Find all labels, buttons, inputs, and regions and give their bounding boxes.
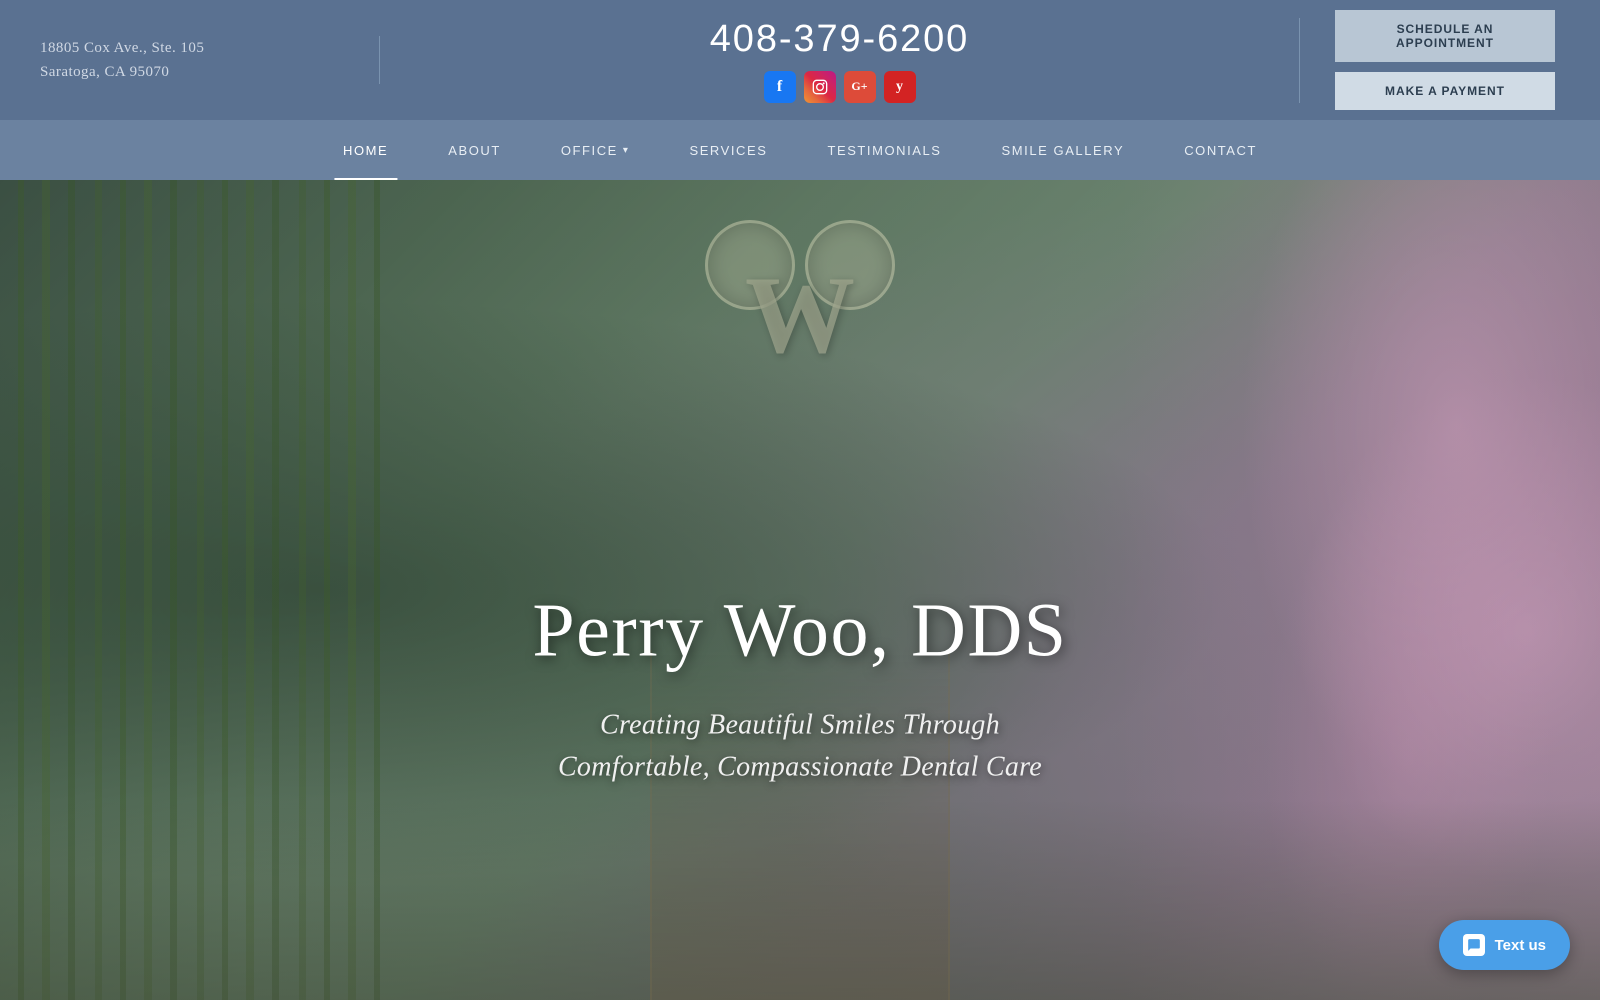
phone-social-block: 408-379-6200 f G+ y [380,18,1300,103]
top-bar: 18805 Cox Ave., Ste. 105 Saratoga, CA 95… [0,0,1600,120]
instagram-icon[interactable] [804,71,836,103]
nav-item-home[interactable]: HOME [313,120,418,180]
logo-watermark: W [690,220,910,440]
tagline-line1: Creating Beautiful Smiles Through [600,710,1000,741]
nav-item-contact[interactable]: CONTACT [1154,120,1287,180]
social-icons-bar: f G+ y [764,71,916,103]
navigation-bar: HOME ABOUT OFFICE ▾ SERVICES TESTIMONIAL… [0,120,1600,180]
text-us-label: Text us [1495,937,1546,954]
address-line1: 18805 Cox Ave., Ste. 105 [40,36,349,60]
hero-content: Perry Woo, DDS Creating Beautiful Smiles… [350,428,1250,789]
yelp-icon[interactable]: y [884,71,916,103]
schedule-appointment-button[interactable]: SCHEDULE AN APPOINTMENT [1335,10,1555,62]
office-dropdown-arrow: ▾ [623,145,630,156]
nav-item-services[interactable]: SERVICES [659,120,797,180]
make-payment-button[interactable]: MAKE A PAYMENT [1335,72,1555,110]
address-block: 18805 Cox Ave., Ste. 105 Saratoga, CA 95… [40,36,380,84]
doctor-name: Perry Woo, DDS [350,588,1250,675]
hero-tagline: Creating Beautiful Smiles Through Comfor… [350,705,1250,789]
address-line2: Saratoga, CA 95070 [40,60,349,84]
chat-icon [1463,934,1485,956]
nav-item-testimonials[interactable]: TESTIMONIALS [797,120,971,180]
google-icon[interactable]: G+ [844,71,876,103]
hero-section: W Perry Woo, DDS Creating Beautiful Smil… [0,180,1600,1000]
nav-item-office[interactable]: OFFICE ▾ [531,120,660,180]
cta-buttons: SCHEDULE AN APPOINTMENT MAKE A PAYMENT [1300,10,1560,110]
nav-item-about[interactable]: ABOUT [418,120,531,180]
tagline-line2: Comfortable, Compassionate Dental Care [558,752,1042,783]
nav-item-smile-gallery[interactable]: SMILE GALLERY [972,120,1155,180]
text-us-button[interactable]: Text us [1439,920,1570,970]
phone-number[interactable]: 408-379-6200 [710,18,969,61]
facebook-icon[interactable]: f [764,71,796,103]
